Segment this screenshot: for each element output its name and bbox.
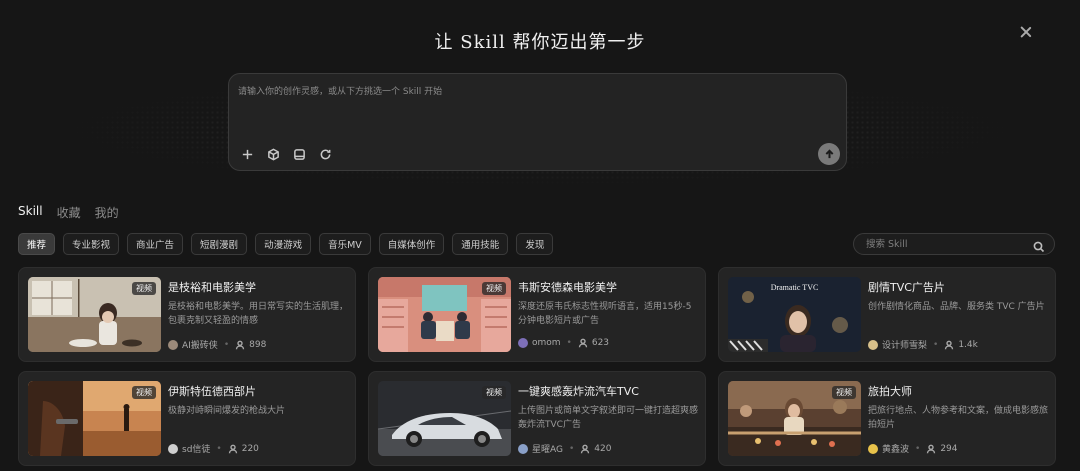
tab-skill[interactable]: Skill <box>18 204 43 221</box>
user-icon <box>944 340 954 350</box>
separator-dot: • <box>933 339 939 350</box>
card-thumbnail: Dramatic TVC <box>728 277 861 352</box>
usage-count: 220 <box>241 443 259 454</box>
chip-film-tv[interactable]: 专业影视 <box>63 233 120 255</box>
card-thumbnail: 视频 <box>28 381 161 456</box>
chip-short-drama[interactable]: 短剧漫剧 <box>191 233 248 255</box>
skill-card[interactable]: 视频 一键爽感轰炸流汽车TVC 上传图片或简单文字叙述即可一键打造超爽感轰炸流T… <box>368 371 706 466</box>
avatar <box>868 339 878 350</box>
usage-count: 623 <box>591 338 610 348</box>
card-description: 深度还原韦氏标志性视听语言，适用15秒-5分钟电影短片或广告 <box>518 302 692 326</box>
card-title: 伊斯特伍德西部片 <box>168 385 256 398</box>
card-title: 一键爽感轰炸流汽车TVC <box>518 385 639 398</box>
skill-card[interactable]: 视频 伊斯特伍德西部片 极静对峙瞬间爆发的枪战大片 sd信徒 • 220 <box>18 371 356 466</box>
image-frame-icon[interactable] <box>291 146 307 162</box>
cube-icon[interactable] <box>265 146 281 162</box>
avatar <box>168 443 178 454</box>
card-description: 上传图片或简单文字叙述即可一键打造超爽感轰炸流TVC广告 <box>518 406 699 430</box>
close-icon[interactable] <box>1016 22 1036 42</box>
chip-anime-game[interactable]: 动漫游戏 <box>255 233 312 255</box>
card-title: 韦斯安德森电影美学 <box>518 281 617 294</box>
send-button[interactable] <box>818 143 840 165</box>
card-thumbnail: 视频 <box>728 381 861 456</box>
card-description: 把旅行地点、人物参考和文案，做成电影感旅拍短片 <box>868 406 1049 430</box>
card-meta: AI搬砖侠 • 898 <box>168 338 266 351</box>
author-name: sd信徒 <box>182 445 211 455</box>
card-thumbnail: 视频 <box>28 277 161 352</box>
author-name: 设计师雪梨 <box>882 341 928 351</box>
tab-favorites[interactable]: 收藏 <box>57 204 81 221</box>
user-icon <box>228 444 238 454</box>
avatar <box>518 338 528 348</box>
video-badge: 视频 <box>482 386 506 399</box>
prompt-toolbar <box>239 146 333 162</box>
user-icon <box>578 338 588 348</box>
usage-count: 898 <box>249 339 267 350</box>
video-badge: 视频 <box>132 282 156 295</box>
card-description: 创作剧情化商品、品牌、服务类 TVC 广告片 <box>868 302 1045 312</box>
user-icon <box>580 444 590 454</box>
prompt-box <box>228 73 847 171</box>
card-title: 是枝裕和电影美学 <box>168 281 256 294</box>
separator-dot: • <box>216 443 222 454</box>
separator-dot: • <box>568 443 575 454</box>
card-meta: omom • 623 <box>518 338 609 348</box>
card-meta: 设计师雪梨 • 1.4k <box>868 338 978 351</box>
card-thumbnail: 视频 <box>378 277 511 352</box>
chip-commercial[interactable]: 商业广告 <box>127 233 184 255</box>
card-meta: 黄鑫波 • 294 <box>868 442 958 455</box>
card-title: 剧情TVC广告片 <box>868 281 945 294</box>
author-name: omom <box>532 338 561 348</box>
prompt-input[interactable] <box>238 84 828 136</box>
arrow-up-icon <box>825 148 833 158</box>
user-icon <box>235 340 245 350</box>
skill-search <box>853 233 1055 255</box>
skill-card[interactable]: 视频 是枝裕和电影美学 是枝裕和电影美学。用日常写实的生活肌理，包裹克制又轻盈的… <box>18 267 356 362</box>
chip-self-media[interactable]: 自媒体创作 <box>378 233 445 255</box>
refresh-icon[interactable] <box>317 146 333 162</box>
search-icon[interactable] <box>1033 238 1045 253</box>
thumbnail-caption: Dramatic TVC <box>770 283 819 292</box>
skill-card-grid: 视频 是枝裕和电影美学 是枝裕和电影美学。用日常写实的生活肌理，包裹克制又轻盈的… <box>18 267 1056 466</box>
card-description: 极静对峙瞬间爆发的枪战大片 <box>168 406 286 416</box>
plus-icon[interactable] <box>239 146 255 162</box>
chip-general-skills[interactable]: 通用技能 <box>452 233 509 255</box>
video-badge: 视频 <box>132 386 156 399</box>
skill-tabs: Skill 收藏 我的 <box>18 204 119 221</box>
category-chips: 推荐 专业影视 商业广告 短剧漫剧 动漫游戏 音乐MV 自媒体创作 通用技能 发… <box>18 233 554 255</box>
avatar <box>868 443 878 454</box>
page-title: 让 Skill 帮你迈出第一步 <box>434 32 646 53</box>
usage-count: 420 <box>594 443 612 454</box>
skill-card[interactable]: 视频 韦斯安德森电影美学 深度还原韦氏标志性视听语言，适用15秒-5分钟电影短片… <box>368 267 706 362</box>
card-thumbnail: 视频 <box>378 381 511 456</box>
card-meta: sd信徒 • 220 <box>168 442 259 455</box>
search-input[interactable] <box>866 234 1026 254</box>
card-title: 旅拍大师 <box>868 385 912 398</box>
separator-dot: • <box>566 338 572 348</box>
skill-card[interactable]: 视频 旅拍大师 把旅行地点、人物参考和文案，做成电影感旅拍短片 黄鑫波 • 29… <box>718 371 1056 466</box>
video-badge: 视频 <box>482 282 506 295</box>
author-name: AI搬砖侠 <box>182 341 218 351</box>
separator-dot: • <box>915 443 921 454</box>
chip-recommended[interactable]: 推荐 <box>18 233 56 255</box>
author-name: 星曜AG <box>532 445 563 455</box>
video-badge: 视频 <box>832 386 856 399</box>
separator-dot: • <box>223 339 230 350</box>
card-meta: 星曜AG • 420 <box>518 442 611 455</box>
chip-music-mv[interactable]: 音乐MV <box>319 233 371 255</box>
usage-count: 294 <box>940 443 958 454</box>
skill-card[interactable]: Dramatic TVC 剧情TVC广告片 创作剧情化商品、品牌、服务类 TVC… <box>718 267 1056 362</box>
user-icon <box>926 444 936 454</box>
chip-discover[interactable]: 发现 <box>516 233 554 255</box>
avatar <box>168 339 178 350</box>
card-description: 是枝裕和电影美学。用日常写实的生活肌理，包裹克制又轻盈的情感 <box>168 302 349 326</box>
tab-mine[interactable]: 我的 <box>95 204 119 221</box>
author-name: 黄鑫波 <box>882 445 910 455</box>
avatar <box>518 443 528 454</box>
usage-count: 1.4k <box>958 339 978 350</box>
